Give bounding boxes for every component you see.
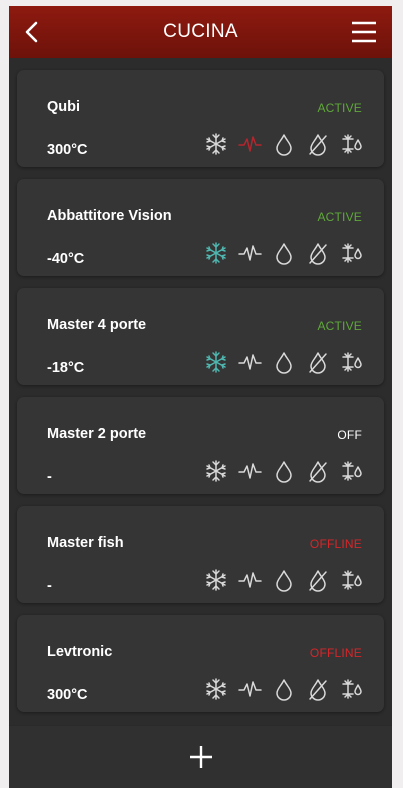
wave-icon xyxy=(238,349,262,375)
device-icons xyxy=(204,131,364,157)
drop-icon xyxy=(272,567,296,593)
snowflake-icon xyxy=(204,567,228,593)
device-status: OFFLINE xyxy=(309,646,362,660)
device-card[interactable]: Qubi ACTIVE 300°C xyxy=(17,70,384,167)
device-name: Abbattitore Vision xyxy=(47,208,172,224)
snowflake-icon xyxy=(204,349,228,375)
device-status: OFF xyxy=(337,428,362,442)
device-icons xyxy=(204,240,364,266)
snowflake-icon xyxy=(204,458,228,484)
wave-icon xyxy=(238,567,262,593)
no-drop-icon xyxy=(306,349,330,375)
snowflake-icon xyxy=(204,131,228,157)
device-icons xyxy=(204,676,364,702)
device-card[interactable]: Levtronic OFFLINE 300°C xyxy=(17,615,384,712)
device-card[interactable]: Master 2 porte OFF - xyxy=(17,397,384,494)
device-temperature: -18°C xyxy=(47,360,85,376)
fan-drop-icon xyxy=(340,567,364,593)
fan-drop-icon xyxy=(340,240,364,266)
device-card[interactable]: Abbattitore Vision ACTIVE -40°C xyxy=(17,179,384,276)
device-status: OFFLINE xyxy=(309,537,362,551)
device-card[interactable]: Master fish OFFLINE - xyxy=(17,506,384,603)
device-temperature: 300°C xyxy=(47,142,88,158)
drop-icon xyxy=(272,131,296,157)
device-name: Qubi xyxy=(47,99,81,115)
drop-icon xyxy=(272,676,296,702)
snowflake-icon xyxy=(204,676,228,702)
plus-icon[interactable] xyxy=(186,742,216,772)
drop-icon xyxy=(272,349,296,375)
device-status: ACTIVE xyxy=(317,319,362,333)
device-card[interactable]: Master 4 porte ACTIVE -18°C xyxy=(17,288,384,385)
wave-icon xyxy=(238,240,262,266)
menu-icon[interactable] xyxy=(350,19,378,45)
no-drop-icon xyxy=(306,131,330,157)
device-icons xyxy=(204,458,364,484)
footer-bar xyxy=(9,725,392,788)
device-icons xyxy=(204,349,364,375)
device-temperature: -40°C xyxy=(47,251,85,267)
device-status: ACTIVE xyxy=(317,101,362,115)
app-screen: CUCINA Qubi ACTIVE 300°C Abbattitore Vis… xyxy=(9,6,392,788)
drop-icon xyxy=(272,458,296,484)
device-name: Master 2 porte xyxy=(47,426,147,442)
fan-drop-icon xyxy=(340,676,364,702)
device-status: ACTIVE xyxy=(317,210,362,224)
device-name: Levtronic xyxy=(47,644,113,660)
wave-icon xyxy=(238,458,262,484)
no-drop-icon xyxy=(306,676,330,702)
device-temperature: - xyxy=(47,578,52,594)
wave-icon xyxy=(238,676,262,702)
device-name: Master 4 porte xyxy=(47,317,147,333)
wave-icon xyxy=(238,131,262,157)
no-drop-icon xyxy=(306,458,330,484)
fan-drop-icon xyxy=(340,349,364,375)
fan-drop-icon xyxy=(340,458,364,484)
device-icons xyxy=(204,567,364,593)
device-temperature: 300°C xyxy=(47,687,88,703)
drop-icon xyxy=(272,240,296,266)
device-list: Qubi ACTIVE 300°C Abbattitore Vision ACT… xyxy=(9,58,392,712)
device-temperature: - xyxy=(47,469,52,485)
back-icon[interactable] xyxy=(19,18,47,46)
fan-drop-icon xyxy=(340,131,364,157)
snowflake-icon xyxy=(204,240,228,266)
header-bar: CUCINA xyxy=(9,6,392,58)
no-drop-icon xyxy=(306,567,330,593)
page-title: CUCINA xyxy=(163,21,238,42)
device-name: Master fish xyxy=(47,535,124,551)
no-drop-icon xyxy=(306,240,330,266)
